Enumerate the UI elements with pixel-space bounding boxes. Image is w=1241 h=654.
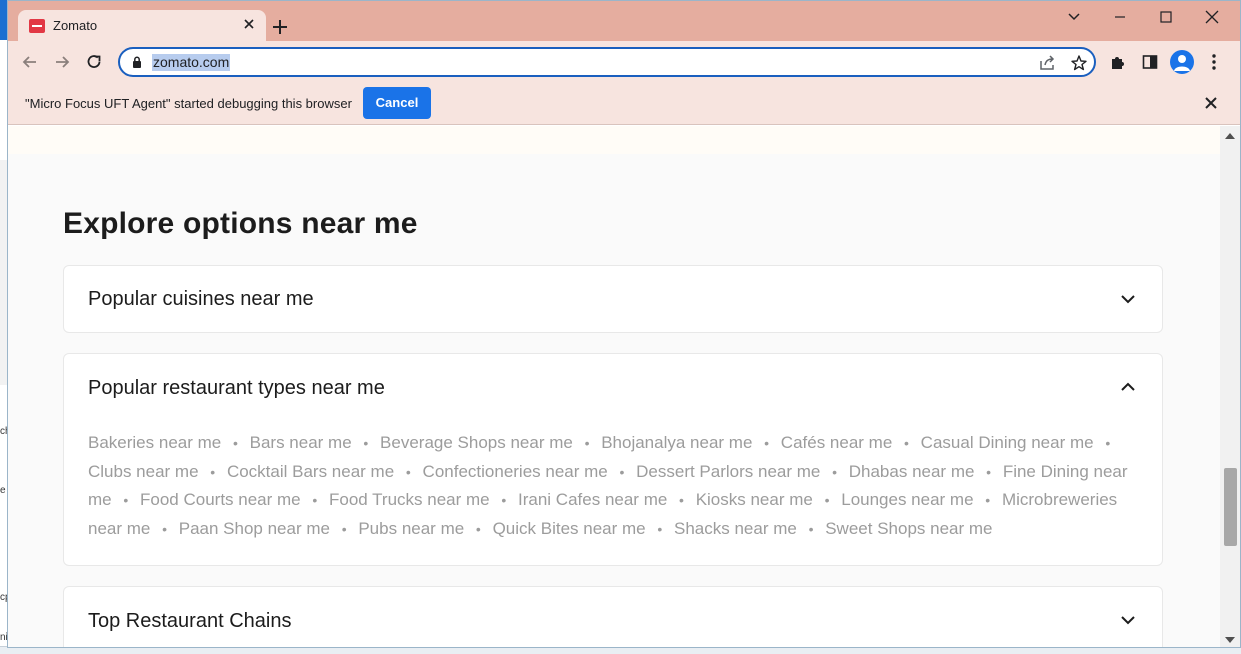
close-window-button[interactable] — [1189, 3, 1235, 31]
accordion-popular-cuisines[interactable]: Popular cuisines near me — [63, 265, 1163, 333]
new-tab-button[interactable] — [268, 15, 292, 39]
tab-search-chevron-icon[interactable] — [1051, 3, 1097, 31]
restaurant-type-link[interactable]: Sweet Shops near me — [825, 519, 992, 538]
more-menu-icon[interactable] — [1202, 50, 1226, 74]
accordion-restaurant-types[interactable]: Popular restaurant types near me Bakerie… — [63, 353, 1163, 566]
url-text[interactable]: zomato.com — [152, 54, 231, 71]
separator-dot: • — [312, 492, 318, 509]
restaurant-type-link[interactable]: Kiosks near me — [696, 490, 813, 509]
separator-dot: • — [1105, 435, 1111, 451]
restaurant-type-link[interactable]: Food Courts near me — [140, 490, 301, 509]
profile-avatar[interactable] — [1170, 50, 1194, 74]
tab-title: Zomato — [53, 18, 98, 33]
side-panel-icon[interactable] — [1138, 50, 1162, 74]
share-icon[interactable] — [1038, 54, 1056, 72]
restaurant-type-link[interactable]: Food Trucks near me — [329, 490, 490, 509]
separator-dot: • — [764, 435, 770, 451]
vertical-scrollbar[interactable] — [1220, 126, 1240, 647]
restaurant-type-link[interactable]: Clubs near me — [88, 462, 199, 481]
restaurant-type-link[interactable]: Cafés near me — [781, 433, 893, 452]
zomato-favicon-icon — [29, 19, 45, 33]
restaurant-type-link[interactable]: Beverage Shops near me — [380, 433, 573, 452]
page-top-strip — [8, 126, 1220, 154]
restaurant-type-link[interactable]: Shacks near me — [674, 519, 797, 538]
page-viewport: Explore options near me Popular cuisines… — [8, 126, 1220, 647]
maximize-button[interactable] — [1143, 3, 1189, 31]
browser-toolbar: zomato.com — [8, 41, 1240, 81]
restaurant-type-link[interactable]: Bakeries near me — [88, 433, 221, 452]
restaurant-type-link[interactable]: Pubs near me — [358, 519, 464, 538]
scroll-up-arrow-icon[interactable] — [1225, 133, 1235, 139]
accordion-top-restaurant-chains[interactable]: Top Restaurant Chains — [63, 586, 1163, 647]
separator-dot: • — [210, 463, 216, 480]
browser-window: Zomato zomato.com "Micro Focus UFT Agent… — [7, 0, 1241, 648]
chevron-down-icon — [1121, 616, 1135, 625]
separator-dot: • — [405, 463, 411, 480]
separator-dot: • — [363, 435, 369, 451]
separator-dot: • — [475, 521, 481, 538]
separator-dot: • — [341, 521, 347, 538]
debugging-infobar: "Micro Focus UFT Agent" started debuggin… — [8, 81, 1240, 125]
restaurant-type-link[interactable]: Irani Cafes near me — [518, 490, 667, 509]
tab-close-icon[interactable] — [240, 15, 258, 33]
restaurant-type-link[interactable]: Paan Shop near me — [179, 519, 330, 538]
scrollbar-thumb[interactable] — [1224, 468, 1237, 546]
separator-dot: • — [808, 521, 814, 538]
accordion-title: Top Restaurant Chains — [88, 610, 292, 632]
separator-dot: • — [584, 435, 590, 451]
restaurant-type-link[interactable]: Dessert Parlors near me — [636, 462, 820, 481]
back-button[interactable] — [17, 49, 43, 75]
separator-dot: • — [986, 463, 992, 480]
separator-dot: • — [232, 435, 238, 451]
cancel-debugging-button[interactable]: Cancel — [363, 87, 431, 119]
page-heading: Explore options near me — [63, 207, 418, 240]
separator-dot: • — [619, 463, 625, 480]
separator-dot: • — [657, 521, 663, 538]
restaurant-type-link[interactable]: Bars near me — [250, 433, 352, 452]
restaurant-type-link[interactable]: Dhabas near me — [849, 462, 975, 481]
reload-button[interactable] — [81, 49, 107, 75]
minimize-button[interactable] — [1097, 3, 1143, 31]
restaurant-type-link[interactable]: Confectioneries near me — [423, 462, 608, 481]
separator-dot: • — [501, 492, 507, 509]
accordion-title: Popular restaurant types near me — [88, 377, 385, 399]
bookmark-star-icon[interactable] — [1070, 54, 1088, 72]
infobar-message: "Micro Focus UFT Agent" started debuggin… — [25, 96, 352, 111]
forward-button[interactable] — [49, 49, 75, 75]
restaurant-type-links: Bakeries near me • Bars near me • Bevera… — [88, 429, 1148, 544]
infobar-close-icon[interactable] — [1202, 94, 1220, 112]
restaurant-type-link[interactable]: Lounges near me — [841, 490, 973, 509]
separator-dot: • — [162, 521, 168, 538]
restaurant-type-link[interactable]: Cocktail Bars near me — [227, 462, 394, 481]
accordion-title: Popular cuisines near me — [88, 288, 314, 310]
restaurant-type-link[interactable]: Bhojanalya near me — [601, 433, 752, 452]
separator-dot: • — [824, 492, 830, 509]
separator-dot: • — [985, 492, 991, 509]
chevron-down-icon — [1121, 295, 1135, 304]
chevron-up-icon — [1121, 382, 1135, 391]
scroll-down-arrow-icon[interactable] — [1225, 637, 1235, 643]
browser-tab[interactable]: Zomato — [18, 10, 266, 41]
separator-dot: • — [832, 463, 838, 480]
title-bar: Zomato — [8, 1, 1240, 41]
separator-dot: • — [904, 435, 909, 451]
extensions-puzzle-icon[interactable] — [1106, 50, 1130, 74]
separator-dot: • — [679, 492, 684, 509]
lock-icon[interactable] — [132, 56, 142, 74]
address-bar[interactable]: zomato.com — [118, 47, 1096, 77]
restaurant-type-link[interactable]: Quick Bites near me — [493, 519, 646, 538]
restaurant-type-link[interactable]: Casual Dining near me — [921, 433, 1094, 452]
separator-dot: • — [123, 492, 129, 509]
